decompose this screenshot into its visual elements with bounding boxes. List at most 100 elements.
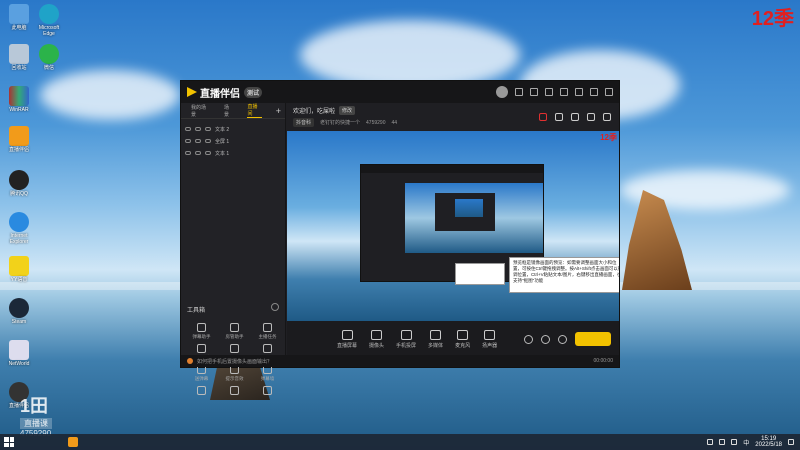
volume-icon[interactable]	[731, 439, 738, 445]
status-bar: 如何把手机后置摄像头画面输出？ 00:00:00	[181, 355, 619, 367]
source-controls: 直播屏幕 摄像头 手机投屏 多媒体 麦克风 扬声器	[287, 321, 619, 357]
record-icon[interactable]	[524, 334, 533, 344]
mic-button[interactable]: 麦克风	[455, 329, 470, 349]
screen-icon[interactable]	[530, 88, 538, 96]
chevron-up-icon[interactable]	[707, 439, 714, 445]
desktop-icon-edge[interactable]: Microsoft Edge	[34, 4, 64, 37]
maximize-icon[interactable]	[590, 88, 598, 96]
desktop-icon-yy[interactable]: YY语音	[4, 256, 34, 283]
computer-icon	[9, 4, 29, 24]
live-duration: 00:00:00	[593, 358, 613, 364]
toolbox-settings-icon[interactable]	[271, 303, 279, 311]
phone-source-button[interactable]: 手机投屏	[396, 329, 416, 349]
live-companion-window[interactable]: 直播伴侣 测试 我的场景 场景 直播间 + 文本 2 全屏 1 文本 1 工具箱…	[180, 80, 620, 395]
download-icon	[263, 386, 272, 395]
title-bar[interactable]: 直播伴侣 测试	[181, 81, 619, 103]
media-source-button[interactable]: 多媒体	[428, 329, 443, 349]
category-tag[interactable]: 抖音科	[293, 118, 315, 127]
more-icon[interactable]	[603, 113, 611, 121]
preview-tooltip: 预览框是镜像画面的预览：如需要调整画面大小和位置，可按住Ctrl键拖拽调整。按A…	[509, 257, 619, 293]
tool-wall[interactable]: 弹幕墙	[251, 365, 284, 382]
desktop-icon-wechat[interactable]: 微信	[34, 44, 64, 71]
tool-game[interactable]	[218, 386, 251, 397]
eye-icon[interactable]	[185, 151, 191, 155]
desktop-icon-steam[interactable]: Steam	[4, 298, 34, 325]
danmaku-icon	[197, 323, 206, 332]
system-tray: 中 15:19 2022/5/18	[707, 436, 800, 448]
tool-task[interactable]: 主播任务	[251, 323, 284, 340]
tab-live-room[interactable]: 直播间	[247, 103, 262, 118]
lock-icon[interactable]	[195, 139, 201, 143]
task-icon	[263, 323, 272, 332]
add-scene-button[interactable]: +	[276, 106, 281, 116]
lock-icon[interactable]	[555, 113, 563, 121]
desktop-icon-companion[interactable]: 直播伴侣	[4, 126, 34, 153]
toolbox-title: 工具箱	[187, 308, 206, 314]
screen-source-button[interactable]: 直播屏幕	[337, 329, 357, 349]
camera-source-button[interactable]: 摄像头	[369, 329, 384, 349]
notification-icon[interactable]	[788, 439, 794, 445]
bell-icon[interactable]	[587, 113, 595, 121]
status-link[interactable]: 如何把手机后置摄像头画面输出？	[197, 358, 272, 365]
layer-item[interactable]: 文本 1	[185, 147, 285, 159]
desktop-icon-network[interactable]: NetWorld	[4, 340, 34, 367]
minimize-icon[interactable]	[575, 88, 583, 96]
camera-icon	[371, 329, 383, 340]
desktop-icon-qq[interactable]: 腾讯QQ	[4, 170, 34, 197]
message-icon[interactable]	[515, 88, 523, 96]
layer-item[interactable]: 全屏 1	[185, 135, 285, 147]
stream-info: 欢迎们，吃屎啦 修改 抖音科 老钉钉的快捷一个 4759290 44	[287, 103, 619, 131]
tool-danmaku[interactable]: 弹幕助手	[185, 323, 218, 340]
input-language[interactable]: 中	[743, 438, 749, 447]
eye-icon[interactable]	[185, 127, 191, 131]
tool-calc[interactable]	[185, 386, 218, 397]
steam-icon	[9, 298, 29, 318]
admin-icon	[230, 323, 239, 332]
tool-send[interactable]: 送弹幕	[185, 365, 218, 382]
music-icon	[263, 344, 272, 353]
layer-list: 文本 2 全屏 1 文本 1	[181, 119, 285, 159]
tab-my-scenes[interactable]: 我的场景	[191, 104, 210, 118]
recycle-bin-icon	[9, 44, 29, 64]
tab-scenes[interactable]: 场景	[224, 104, 234, 118]
menu-icon[interactable]	[560, 88, 568, 96]
speaker-button[interactable]: 扬声器	[482, 329, 497, 349]
desktop-icon-winrar[interactable]: WinRAR	[4, 86, 34, 113]
stream-title: 欢迎们，吃屎啦	[293, 109, 336, 115]
tool-sound[interactable]: 提示音效	[218, 365, 251, 382]
taskbar: 中 15:19 2022/5/18	[0, 434, 800, 450]
cloud	[40, 70, 180, 120]
settings-icon[interactable]	[558, 334, 567, 344]
desktop-icon-computer[interactable]: 此电脑	[4, 4, 34, 31]
preview-corner-tag: 12季	[600, 133, 617, 142]
tooltip-small	[455, 263, 505, 285]
desktop-icon-recycle[interactable]: 回收站	[4, 44, 34, 71]
gift-icon[interactable]	[545, 88, 553, 96]
notification-icon[interactable]	[539, 113, 547, 121]
edit-title-button[interactable]: 修改	[339, 106, 356, 115]
scene-tabs: 我的场景 场景 直播间 +	[181, 103, 285, 119]
live-preview[interactable]: 12季 预览框是镜像画面的预览：如需要调整画面大小和位置，可按住Ctrl键拖拽调…	[287, 131, 619, 321]
close-icon[interactable]	[605, 88, 613, 96]
avatar[interactable]	[496, 86, 508, 98]
layer-item[interactable]: 文本 2	[185, 123, 285, 135]
share-icon[interactable]	[571, 113, 579, 121]
calc-icon	[197, 386, 206, 395]
windows-start-icon[interactable]	[4, 437, 14, 447]
ie-icon	[9, 212, 29, 232]
taskbar-app-companion[interactable]	[68, 437, 78, 447]
eye-icon[interactable]	[185, 139, 191, 143]
lock-icon[interactable]	[195, 151, 201, 155]
clock[interactable]: 15:19 2022/5/18	[755, 436, 782, 448]
text-layer-icon	[205, 127, 211, 131]
wechat-icon	[39, 44, 59, 64]
eye-icon[interactable]	[541, 334, 550, 344]
tool-admin[interactable]: 房管助手	[218, 323, 251, 340]
edge-icon	[39, 4, 59, 24]
start-live-button[interactable]	[575, 332, 611, 346]
desktop-icon-ie[interactable]: Internet Explorer	[4, 212, 34, 245]
tool-download[interactable]	[251, 386, 284, 397]
lock-icon[interactable]	[195, 127, 201, 131]
network-icon[interactable]	[719, 439, 726, 445]
yy-icon	[9, 256, 29, 276]
